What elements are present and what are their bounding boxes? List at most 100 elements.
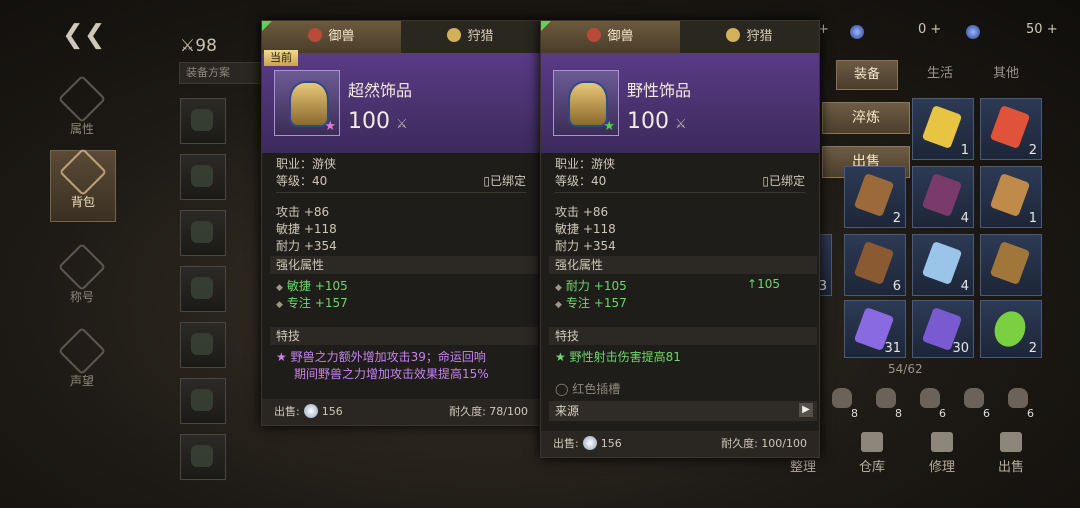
reputation-icon — [57, 326, 107, 376]
add-resource-2-icon[interactable]: + — [1047, 22, 1058, 37]
skill-section-title: 特技 — [549, 327, 817, 345]
sell-value: 156 — [600, 437, 622, 450]
enhance-row: ◆ 专注 +157 — [276, 294, 348, 311]
bag-icon — [876, 388, 896, 408]
nav-title[interactable]: 称号 — [50, 242, 114, 316]
material-slot[interactable]: 6 — [956, 384, 992, 420]
inventory-slot[interactable]: 6 — [844, 234, 906, 296]
sell-label: 出售: — [553, 437, 579, 450]
material-slot[interactable]: 8 — [868, 384, 904, 420]
warehouse-button[interactable]: 仓库 — [844, 432, 900, 475]
inventory-slot[interactable]: 1 — [912, 98, 974, 160]
tab-beast[interactable]: 御兽 — [262, 21, 401, 53]
level-text: 等级：40 — [276, 174, 328, 188]
nav-attribute[interactable]: 属性 — [50, 74, 114, 148]
nav-reputation[interactable]: 声望 — [50, 326, 114, 400]
currency-orb-icon — [850, 25, 864, 39]
socket-row: ◯ 红色插槽 — [555, 380, 620, 397]
nav-backpack[interactable]: 背包 — [50, 147, 116, 222]
sell-all-label: 出售 — [997, 460, 1024, 475]
resource-2: 50 + — [1026, 22, 1058, 37]
panel-footer: 出售: 156 耐久度: 78/100 — [262, 399, 540, 425]
inventory-slot[interactable]: 2 — [844, 166, 906, 228]
tab-life[interactable]: 生活 — [910, 60, 970, 88]
stat-agility: 敏捷 +118 — [276, 222, 337, 236]
tab-other[interactable]: 其他 — [976, 60, 1036, 88]
slot-qty: 1 — [960, 143, 969, 158]
equip-slot-belt[interactable] — [180, 266, 226, 312]
warehouse-label: 仓库 — [858, 460, 885, 475]
tab-beast[interactable]: 御兽 — [541, 21, 680, 53]
skill-line-2: 期间野兽之力增加攻击效果提高15% — [294, 367, 489, 381]
attribute-icon — [57, 74, 107, 124]
enhance-value: +157 — [314, 296, 348, 310]
material-slot[interactable]: 8 — [824, 384, 860, 420]
tab-hunt[interactable]: 狩猎 — [680, 21, 819, 53]
enhance-section-title: 强化属性 — [549, 256, 817, 274]
enhance-section-title: 强化属性 — [270, 256, 538, 274]
chest-icon — [989, 240, 1031, 286]
source-row[interactable]: 来源 ▶ — [549, 401, 817, 421]
sell-value: 156 — [321, 405, 343, 418]
slot-qty: 4 — [960, 279, 969, 294]
up-arrow-icon: ↑ — [747, 277, 758, 291]
diamond-bullet-icon: ◆ — [276, 300, 283, 310]
socket-label: 红色插槽 — [572, 382, 621, 396]
diamond-bullet-icon: ◆ — [276, 283, 283, 293]
item-header: ★ 野性饰品 100 ⚔ — [541, 53, 819, 153]
tab-equipment[interactable]: 装备 — [836, 60, 898, 90]
anvil-icon — [931, 432, 953, 452]
sell-all-button[interactable]: 出售 — [983, 432, 1039, 475]
skill-star-icon: ★ — [276, 350, 291, 364]
warehouse-icon — [861, 432, 883, 452]
resource-2-value: 50 — [1026, 22, 1043, 37]
equip-slot-chest[interactable] — [180, 210, 226, 256]
refine-button[interactable]: 淬炼 — [822, 102, 910, 134]
nav-backpack-label: 背包 — [70, 195, 95, 209]
chevron-right-icon[interactable]: ▶ — [799, 403, 813, 417]
slot-qty: 30 — [952, 341, 969, 356]
inventory-slot[interactable]: 31 — [844, 300, 906, 358]
add-resource-1-icon[interactable]: + — [930, 22, 941, 37]
item-power: 100 ⚔ — [348, 109, 408, 134]
back-arrow-icon[interactable]: ❮❮ — [62, 20, 106, 50]
socket-icon: ◯ — [555, 382, 573, 396]
diamond-bullet-icon: ◆ — [555, 283, 562, 293]
material-slot[interactable]: 6 — [912, 384, 948, 420]
equip-slot-ring[interactable] — [180, 434, 226, 480]
equip-slot-shoulder[interactable] — [180, 154, 226, 200]
durability: 耐久度: 78/100 — [449, 405, 528, 418]
tab-equipment-label: 装备 — [853, 67, 880, 82]
slot-qty: 2 — [1028, 143, 1037, 158]
panel-tabs: 御兽 狩猎 — [262, 21, 540, 53]
bound-status: ▯已绑定 — [483, 172, 526, 189]
skill-line-1: ★ 野兽之力额外增加攻击39；命运回响 — [276, 348, 486, 365]
tab-other-label: 其他 — [992, 66, 1019, 81]
horn-icon — [853, 240, 895, 286]
skill-section-title: 特技 — [270, 327, 538, 345]
current-badge: 当前 — [264, 50, 298, 66]
equip-slot-boots[interactable] — [180, 378, 226, 424]
enhance-row: ◆ 敏捷 +105 — [276, 277, 348, 294]
stat-attack: 攻击 +86 — [555, 205, 609, 219]
inventory-slot[interactable]: 30 — [912, 300, 974, 358]
inventory-slot[interactable] — [980, 234, 1042, 296]
potion-icon — [989, 306, 1031, 352]
inventory-slot[interactable]: 4 — [912, 234, 974, 296]
material-slot[interactable]: 6 — [1000, 384, 1036, 420]
bound-label: 已绑定 — [768, 174, 805, 188]
durability: 耐久度: 100/100 — [721, 437, 807, 450]
inventory-slot[interactable]: 4 — [912, 166, 974, 228]
inventory-slot[interactable]: 1 — [980, 166, 1042, 228]
bag-icon — [1008, 388, 1028, 408]
count-value: 98 — [195, 36, 217, 56]
scroll-icon — [853, 172, 895, 218]
source-label: 来源 — [555, 404, 580, 418]
inventory-slot[interactable]: 2 — [980, 300, 1042, 358]
refine-label: 淬炼 — [852, 110, 880, 126]
inventory-slot[interactable]: 2 — [980, 98, 1042, 160]
repair-button[interactable]: 修理 — [914, 432, 970, 475]
equip-slot-legs[interactable] — [180, 322, 226, 368]
equip-slot-head[interactable] — [180, 98, 226, 144]
tab-hunt[interactable]: 狩猎 — [401, 21, 540, 53]
